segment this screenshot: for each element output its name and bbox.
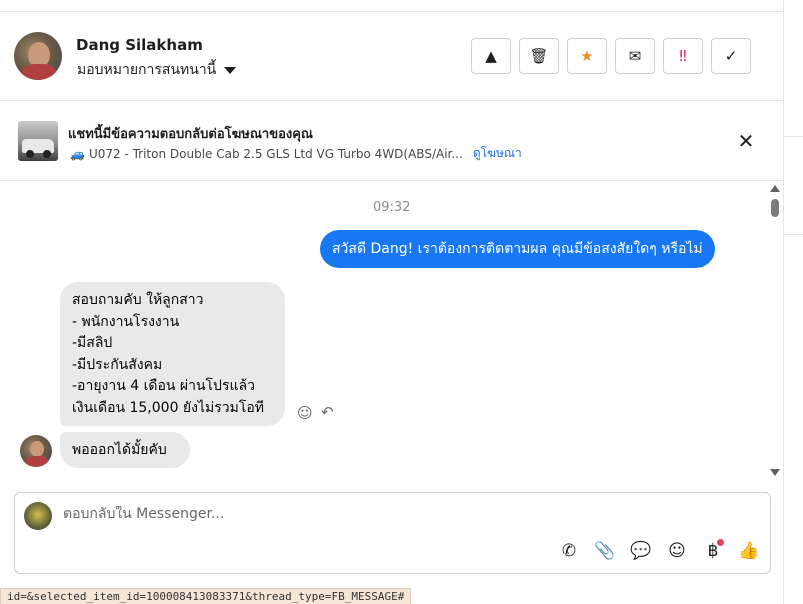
payment-baht-icon[interactable]: ฿	[701, 539, 725, 563]
follow-up-button[interactable]: ‼	[663, 38, 703, 74]
double-exclamation-icon: ‼	[679, 47, 687, 65]
header-actions: ▲ 🗑 ★ ✉ ‼ ✓	[471, 38, 751, 74]
divider	[784, 136, 803, 137]
call-icon[interactable]: ✆	[557, 539, 581, 563]
car-icon: 🚙	[70, 146, 85, 161]
emoji-icon[interactable]: ☺	[665, 539, 689, 563]
composer-tools: ✆ 📎 💬 ☺ ฿ 👍	[557, 539, 761, 563]
star-button[interactable]: ★	[567, 38, 607, 74]
notification-dot	[717, 539, 724, 546]
outgoing-message[interactable]: สวัสดี Dang! เราต้องการติดตามผล คุณมีข้อ…	[320, 230, 715, 268]
sender-avatar[interactable]	[20, 435, 52, 467]
caret-down-icon	[224, 66, 237, 74]
incoming-message[interactable]: พอออกได้มั้ยคับ	[60, 432, 190, 468]
message-line: -มีประกันสังคม	[72, 356, 163, 373]
star-icon: ★	[580, 47, 594, 65]
warning-icon: ▲	[485, 47, 497, 65]
page-avatar	[24, 502, 52, 530]
message-timestamp: 09:32	[373, 200, 411, 215]
thumbs-up-icon[interactable]: 👍	[737, 539, 761, 563]
report-button[interactable]: ▲	[471, 38, 511, 74]
message-composer: ✆ 📎 💬 ☺ ฿ 👍	[14, 492, 771, 574]
message-line: สอบถามคับ ให้ลูกสาว	[72, 292, 204, 308]
mark-done-button[interactable]: ✓	[711, 38, 751, 74]
check-icon: ✓	[724, 47, 738, 65]
delete-button[interactable]: 🗑	[519, 38, 559, 74]
saved-replies-icon[interactable]: 💬	[629, 539, 653, 563]
assign-conversation-dropdown[interactable]: มอบหมายการสนทนานี้	[77, 59, 237, 81]
message-line: เงินเดือน 15,000 ยังไม่รวมโอที	[72, 399, 265, 416]
message-line: -มีสลิป	[72, 335, 113, 351]
ad-listing-line: 🚙 U072 - Triton Double Cab 2.5 GLS Ltd V…	[70, 144, 522, 163]
trash-icon: 🗑	[529, 47, 549, 65]
contact-avatar[interactable]	[14, 32, 62, 80]
assign-label: มอบหมายการสนทนานี้	[77, 62, 217, 78]
message-thread[interactable]: 09:32 สวัสดี Dang! เราต้องการติดตามผล คุ…	[0, 182, 783, 482]
adjacent-panel-edge	[783, 0, 803, 604]
reply-input[interactable]	[63, 506, 663, 522]
ad-banner-title: แชทนี้มีข้อความตอบกลับต่อโฆษณาของคุณ	[68, 127, 313, 142]
scroll-down-arrow-icon[interactable]	[770, 469, 780, 476]
browser-status-url: id=&selected_item_id=100008413083371&thr…	[0, 588, 412, 604]
scroll-thumb[interactable]	[771, 199, 779, 217]
ad-thumbnail[interactable]	[18, 121, 58, 161]
scroll-up-arrow-icon[interactable]	[770, 185, 780, 192]
paperclip-icon[interactable]: 📎	[593, 539, 617, 563]
envelope-icon: ✉	[628, 47, 642, 65]
view-ad-link[interactable]: ดูโฆษณา	[473, 144, 522, 163]
conversation-header: Dang Silakham มอบหมายการสนทนานี้ ▲ 🗑 ★ ✉ ‼ ✓	[0, 12, 783, 101]
ad-reply-banner: แชทนี้มีข้อความตอบกลับต่อโฆษณาของคุณ 🚙 U…	[0, 101, 783, 181]
reply-arrow-icon[interactable]: ↶	[321, 403, 334, 421]
message-line: - พนักงานโรงงาน	[72, 313, 180, 330]
conversation-panel: Dang Silakham มอบหมายการสนทนานี้ ▲ 🗑 ★ ✉ ‼ ✓ …	[0, 0, 783, 604]
ad-listing-title: U072 - Triton Double Cab 2.5 GLS Ltd VG …	[88, 146, 463, 161]
message-line: -อายุงาน 4 เดือน ผ่านโปรแล้ว	[72, 378, 255, 394]
contact-name[interactable]: Dang Silakham	[76, 36, 203, 54]
react-emoji-icon[interactable]: ☺	[297, 404, 313, 422]
thread-scrollbar[interactable]	[768, 182, 782, 482]
divider	[784, 234, 803, 235]
mark-unread-button[interactable]: ✉	[615, 38, 655, 74]
incoming-message[interactable]: สอบถามคับ ให้ลูกสาว - พนักงานโรงงาน -มีส…	[60, 282, 285, 426]
close-icon[interactable]: ✕	[736, 131, 756, 151]
